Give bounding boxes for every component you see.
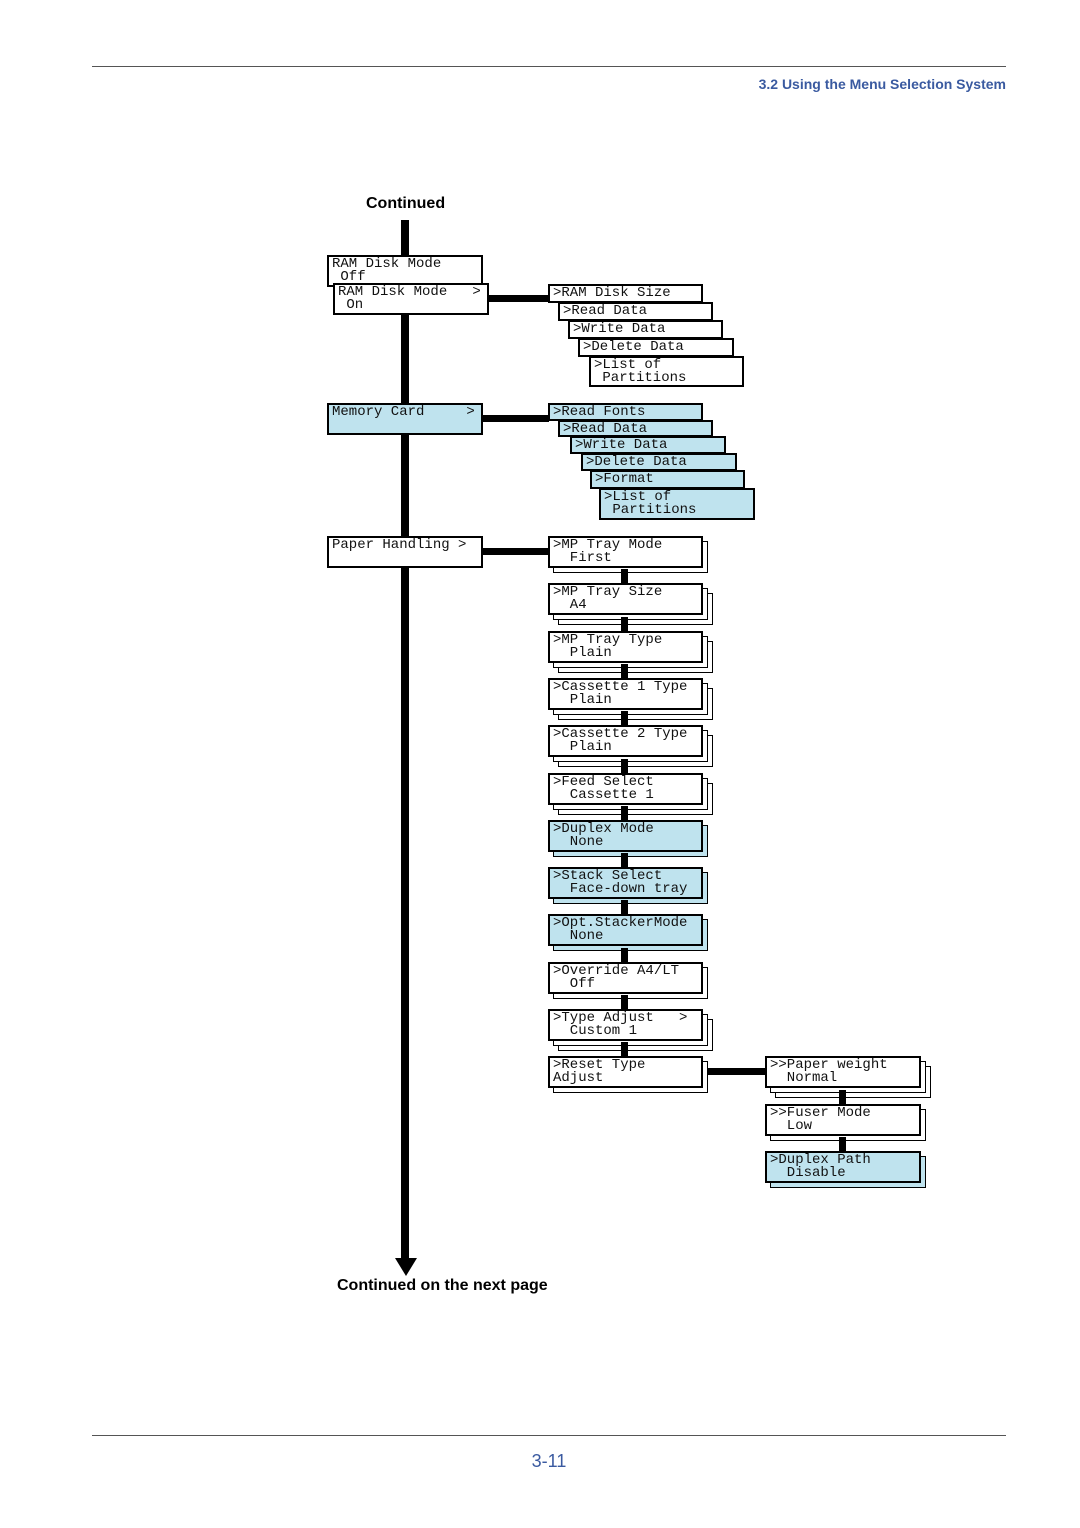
- paper-handling-submenu-item[interactable]: >Opt.StackerMode None: [548, 914, 703, 946]
- menu-item-text: >Read Data: [563, 303, 648, 319]
- paper-handling-submenu-item[interactable]: >Duplex Mode None: [548, 820, 703, 852]
- menu-item-text: Off: [332, 268, 366, 285]
- memory-card-submenu-item[interactable]: >Format: [590, 470, 745, 489]
- menu-item-text: Off: [553, 975, 596, 992]
- down-arrow-icon: [395, 1258, 417, 1276]
- memory-card-submenu-item[interactable]: >Read Fonts: [548, 403, 703, 421]
- connector-paper-handling: [483, 548, 549, 555]
- type-adjust-submenu-item[interactable]: >Duplex Path Disable: [765, 1151, 921, 1183]
- menu-item-text: >Write Data: [575, 437, 668, 453]
- ram-disk-submenu-item[interactable]: >List of Partitions: [589, 356, 744, 387]
- menu-item-text: >Read Fonts: [553, 404, 646, 420]
- menu-item-text: >Write Data: [573, 321, 666, 337]
- section-title: 3.2 Using the Menu Selection System: [758, 76, 1006, 92]
- memory-card-submenu-item[interactable]: >Read Data: [558, 420, 713, 437]
- paper-handling-submenu-item[interactable]: >MP Tray Size A4: [548, 583, 703, 615]
- menu-item-text: Cassette 1: [553, 786, 654, 803]
- menu-item-text: Paper Handling >: [332, 537, 467, 553]
- menu-item-text: Low: [770, 1117, 813, 1134]
- memory-card-submenu-item[interactable]: >List of Partitions: [599, 488, 755, 520]
- menu-item-text: Partitions: [604, 501, 697, 518]
- connector-memory-card: [483, 415, 549, 422]
- menu-item-text: >Read Data: [563, 421, 648, 437]
- main-menu-item[interactable]: Paper Handling >: [327, 536, 483, 568]
- ram-disk-submenu-item[interactable]: >Write Data: [568, 320, 723, 339]
- continued-next-label: Continued on the next page: [337, 1277, 548, 1294]
- paper-handling-submenu-item[interactable]: >Type Adjust > Custom 1: [548, 1009, 703, 1041]
- menu-item-text: On: [338, 296, 364, 313]
- ram-disk-submenu-item[interactable]: >Read Data: [558, 302, 713, 321]
- paper-handling-submenu-item[interactable]: >Reset Type Adjust: [548, 1056, 703, 1088]
- header-rule: [92, 66, 1006, 67]
- menu-item-text: >Delete Data: [583, 339, 684, 355]
- connector-reset-type-adjust: [708, 1068, 766, 1075]
- memory-card-submenu-item[interactable]: >Write Data: [570, 436, 726, 454]
- menu-item-text: Face-down tray: [553, 880, 688, 897]
- menu-item-text: >RAM Disk Size: [553, 285, 671, 301]
- menu-item-text: A4: [553, 596, 587, 613]
- ram-disk-submenu-item[interactable]: >RAM Disk Size: [548, 284, 703, 303]
- menu-item-text: None: [553, 927, 604, 944]
- menu-item-text: None: [553, 833, 604, 850]
- paper-handling-submenu-item[interactable]: >Feed Select Cassette 1: [548, 773, 703, 805]
- ram-disk-submenu-item[interactable]: >Delete Data: [578, 338, 734, 357]
- paper-handling-submenu-item[interactable]: >Override A4/LT Off: [548, 962, 703, 994]
- paper-handling-submenu-item[interactable]: >Cassette 2 Type Plain: [548, 725, 703, 757]
- type-adjust-submenu-item[interactable]: >>Paper weight Normal: [765, 1056, 921, 1088]
- paper-handling-submenu-item[interactable]: >MP Tray Mode First: [548, 536, 703, 568]
- menu-item-text: First: [553, 549, 612, 566]
- memory-card-submenu-item[interactable]: >Delete Data: [581, 453, 737, 471]
- paper-handling-submenu-item[interactable]: >Stack Select Face-down tray: [548, 867, 703, 899]
- menu-item-text: Plain: [553, 738, 612, 755]
- continued-label: Continued: [366, 195, 446, 212]
- menu-item-text: Disable: [770, 1164, 846, 1181]
- menu-item-text: Plain: [553, 691, 612, 708]
- page-number: 3-11: [531, 1451, 567, 1471]
- main-trunk-line: [401, 220, 409, 1262]
- main-menu-item[interactable]: RAM Disk Mode > On: [333, 283, 489, 315]
- connector-ram-disk: [489, 295, 549, 302]
- main-menu-item[interactable]: Memory Card >: [327, 403, 483, 435]
- type-adjust-submenu-item[interactable]: >>Fuser Mode Low: [765, 1104, 921, 1136]
- paper-handling-submenu-item[interactable]: >MP Tray Type Plain: [548, 631, 703, 663]
- menu-item-text: Plain: [553, 644, 612, 661]
- menu-item-text: >Delete Data: [586, 454, 687, 470]
- menu-item-text: Custom 1: [553, 1022, 638, 1039]
- menu-item-text: Adjust: [553, 1069, 604, 1086]
- menu-item-text: Normal: [770, 1069, 838, 1086]
- footer-rule: [92, 1435, 1006, 1436]
- paper-handling-submenu-item[interactable]: >Cassette 1 Type Plain: [548, 678, 703, 710]
- menu-item-text: Partitions: [594, 369, 687, 386]
- menu-item-text: Memory Card >: [332, 404, 475, 420]
- menu-item-text: >Format: [595, 471, 654, 487]
